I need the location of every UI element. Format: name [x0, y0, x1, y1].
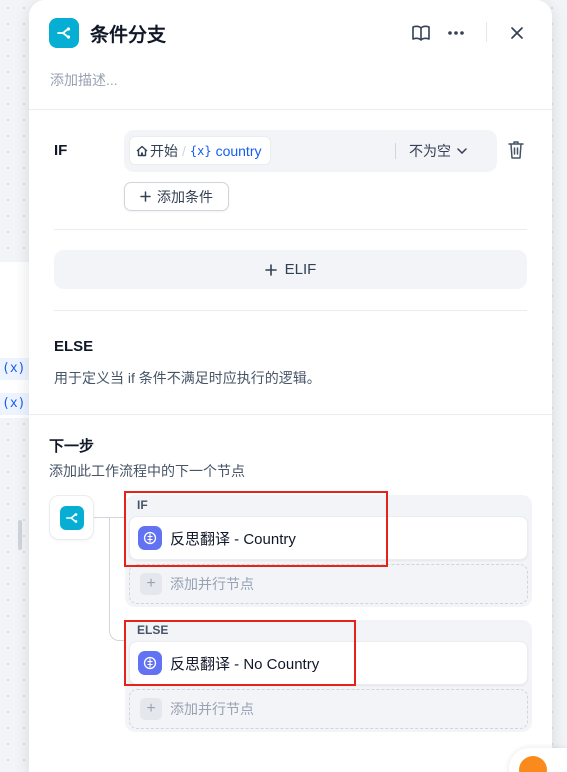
add-parallel-label: 添加并行节点	[170, 576, 254, 592]
avatar-icon	[519, 756, 547, 772]
elif-label: ELIF	[284, 261, 317, 278]
more-icon[interactable]	[445, 22, 467, 44]
operator-select[interactable]: 不为空	[409, 141, 467, 161]
divider	[54, 229, 527, 230]
next-step-title: 下一步	[49, 438, 95, 455]
divider	[29, 414, 552, 415]
add-parallel-node-button[interactable]: + 添加并行节点	[129, 564, 528, 604]
close-icon[interactable]	[506, 22, 528, 44]
divider	[54, 310, 527, 311]
else-description: 用于定义当 if 条件不满足时应执行的逻辑。	[54, 370, 321, 386]
highlight-box	[124, 491, 388, 567]
assistant-avatar[interactable]	[509, 748, 567, 772]
variable-selector[interactable]: 开始 / {x} country	[129, 136, 271, 165]
chevron-down-icon	[457, 148, 467, 154]
header-divider	[486, 22, 487, 42]
panel-title[interactable]: 条件分支	[90, 20, 166, 47]
divider	[29, 109, 552, 110]
highlight-box	[124, 620, 356, 686]
else-label: ELSE	[54, 338, 94, 355]
branch-icon	[59, 505, 84, 530]
next-step-description: 添加此工作流程中的下一个节点	[49, 463, 245, 479]
condition-row[interactable]: 开始 / {x} country 不为空	[124, 130, 497, 172]
variable-name: country	[215, 142, 262, 159]
add-condition-button[interactable]: 添加条件	[124, 182, 229, 211]
trash-icon[interactable]	[507, 140, 527, 162]
source-node-name: 开始	[150, 142, 178, 159]
node-config-panel: 条件分支 添加描述... IF 开始 / {x} country 不为空 添加条…	[29, 0, 552, 772]
variable-icon: {x}	[189, 143, 212, 158]
home-icon	[136, 145, 148, 156]
book-icon[interactable]	[410, 22, 432, 44]
operator-label: 不为空	[409, 143, 451, 159]
plus-icon	[140, 191, 151, 202]
operator-divider	[395, 143, 396, 159]
branch-icon	[49, 18, 79, 48]
if-label: IF	[54, 142, 68, 159]
description-input[interactable]: 添加描述...	[50, 70, 118, 90]
add-condition-label: 添加条件	[157, 188, 213, 205]
plus-icon: +	[140, 573, 162, 595]
connector-line	[109, 517, 125, 641]
add-parallel-label: 添加并行节点	[170, 701, 254, 717]
canvas-handle[interactable]	[18, 520, 22, 550]
source-node	[49, 495, 94, 540]
path-separator: /	[182, 142, 186, 159]
add-parallel-node-button[interactable]: + 添加并行节点	[129, 689, 528, 729]
add-elif-button[interactable]: ELIF	[54, 250, 527, 289]
plus-icon: +	[140, 698, 162, 720]
plus-icon	[264, 263, 277, 276]
panel-header: 条件分支 添加描述...	[29, 0, 552, 110]
